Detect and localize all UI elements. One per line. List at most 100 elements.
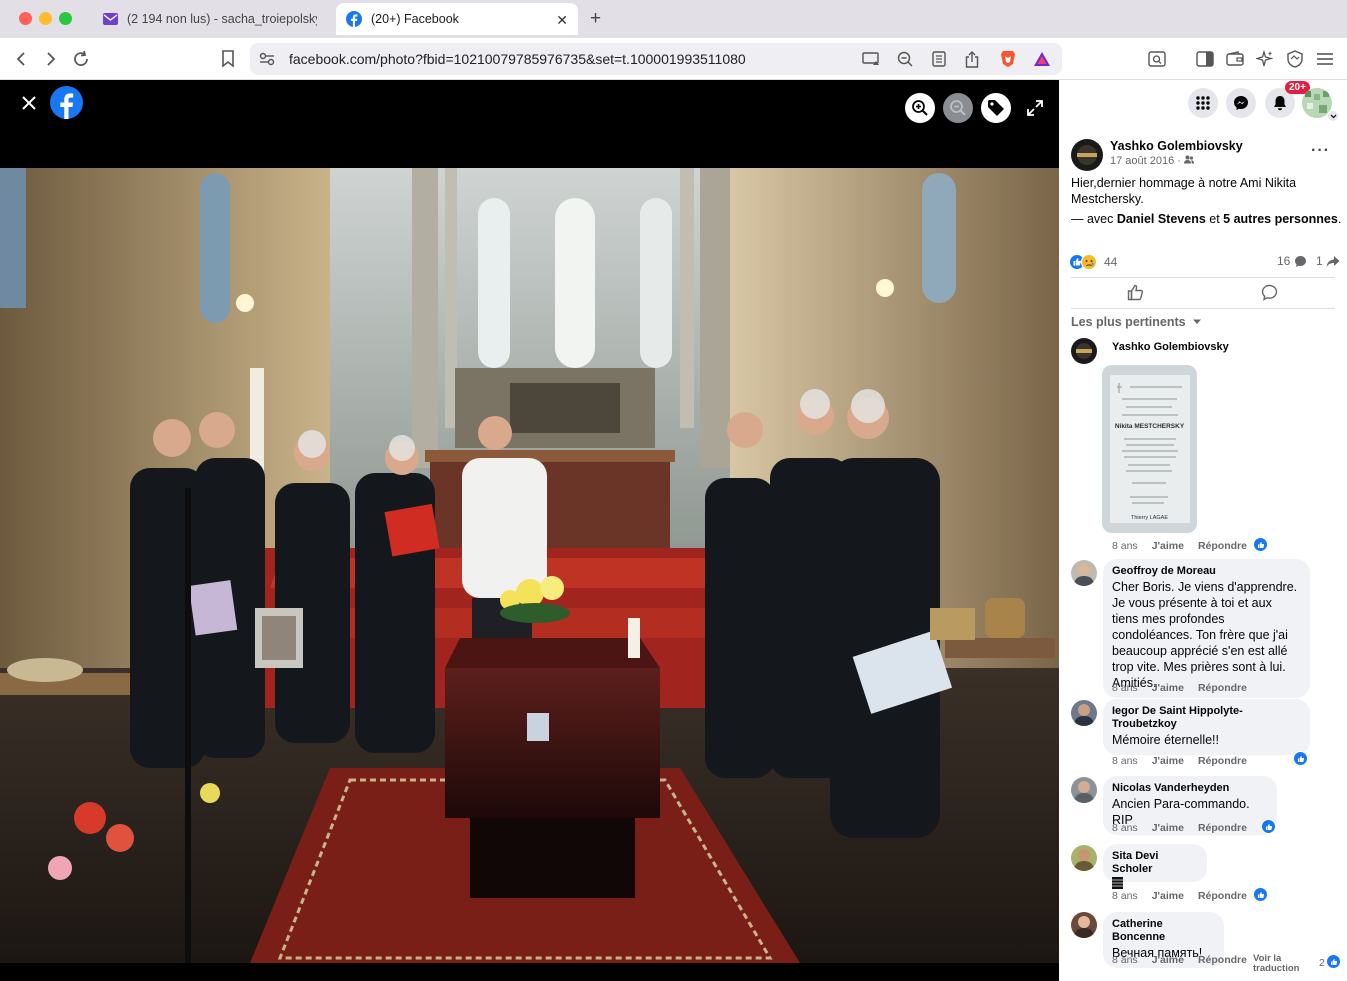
comment-like-reaction-icon[interactable] — [1326, 954, 1341, 969]
leo-ai-icon[interactable] — [1254, 48, 1276, 70]
see-translation-link[interactable]: Voir la traduction — [1253, 954, 1303, 974]
brave-shield-icon[interactable] — [997, 48, 1019, 70]
forward-icon[interactable] — [40, 48, 62, 70]
commenter-avatar[interactable] — [1071, 338, 1097, 364]
share-icon[interactable] — [961, 48, 983, 70]
comment-author[interactable]: Yashko Golembiovsky — [1112, 341, 1229, 354]
comment-like-reaction-icon[interactable] — [1253, 887, 1268, 902]
comment-image-attachment[interactable]: Nikita MESTCHERSKY Thierry LAGAE — [1102, 365, 1197, 533]
comment-reply-link[interactable]: Répondre — [1198, 890, 1247, 902]
comment-author[interactable]: Sita Devi Scholer — [1112, 850, 1198, 876]
messenger-button[interactable] — [1226, 88, 1256, 118]
commenter-avatar[interactable] — [1071, 777, 1097, 803]
cast-icon[interactable] — [860, 48, 882, 70]
post-panel: 20+ Yashko Golembiovsky 17 août 2016 · ·… — [1059, 80, 1347, 981]
funeral-photo[interactable] — [0, 168, 1059, 963]
site-settings-icon[interactable] — [256, 48, 278, 70]
comment-author[interactable]: Catherine Boncenne — [1112, 918, 1215, 944]
reader-mode-icon[interactable] — [928, 48, 950, 70]
comment-bubble-icon — [1261, 284, 1278, 301]
tag-photo-button[interactable] — [981, 93, 1011, 123]
new-tab-icon[interactable]: + — [590, 8, 601, 30]
commenter-avatar[interactable] — [1071, 700, 1097, 726]
zoom-in-button[interactable] — [905, 93, 935, 123]
sidebar-icon[interactable] — [1194, 48, 1216, 70]
others-link[interactable]: 5 autres personnes — [1223, 212, 1338, 226]
comment-reply-link[interactable]: Répondre — [1198, 954, 1247, 966]
caret-down-icon — [1192, 319, 1201, 324]
post-date[interactable]: 17 août 2016 · — [1110, 155, 1195, 167]
close-viewer-icon[interactable] — [14, 88, 44, 118]
tag-icon — [988, 100, 1004, 116]
comments-count-text: 16 — [1277, 254, 1291, 268]
comment-age: 8 ans — [1112, 682, 1138, 694]
tab-mail[interactable]: (2 194 non lus) - sacha_troiepolsky — [96, 3, 336, 35]
comment-reply-link[interactable]: Répondre — [1198, 682, 1247, 694]
comment-author[interactable]: Nicolas Vanderheyden — [1112, 782, 1268, 795]
commenter-avatar[interactable] — [1071, 845, 1097, 871]
comment-like-reaction-icon[interactable] — [1293, 751, 1308, 766]
back-icon[interactable] — [10, 48, 32, 70]
tab-search-icon[interactable] — [1146, 48, 1168, 70]
comment-age: 8 ans — [1112, 540, 1138, 552]
brave-rewards-icon[interactable] — [1031, 48, 1053, 70]
commenter-avatar[interactable] — [1071, 912, 1097, 938]
comment-reply-link[interactable]: Répondre — [1198, 755, 1247, 767]
comment-like-link[interactable]: J'aime — [1152, 890, 1184, 902]
comment-meta: 8 ans J'aime Répondre — [1112, 954, 1261, 966]
post-options-icon[interactable]: ··· — [1311, 142, 1330, 160]
menu-grid-button[interactable] — [1188, 88, 1218, 118]
zoom-out-button[interactable] — [943, 93, 973, 123]
window-close-button[interactable] — [19, 12, 32, 25]
reactions-summary[interactable]: 44 — [1069, 254, 1117, 270]
comment-author[interactable]: Iegor De Saint Hippolyte-Troubetzkoy — [1112, 705, 1301, 731]
vpn-icon[interactable] — [1284, 48, 1306, 70]
comments-sort-label: Les plus pertinents — [1071, 315, 1186, 329]
window-minimize-button[interactable] — [39, 12, 52, 25]
thumbs-up-icon — [1127, 284, 1144, 301]
attachment-card-footer: Thierry LAGAE — [1131, 515, 1168, 521]
zoom-out-icon[interactable] — [894, 48, 916, 70]
divider — [1071, 308, 1335, 309]
tagged-person-link[interactable]: Daniel Stevens — [1117, 212, 1206, 226]
close-tab-icon[interactable]: ✕ — [556, 12, 568, 29]
comment-age: 8 ans — [1112, 954, 1138, 966]
comment-reply-link[interactable]: Répondre — [1198, 822, 1247, 834]
commenter-avatar[interactable] — [1071, 560, 1097, 586]
photo-viewer — [0, 80, 1059, 981]
comment-like-link[interactable]: J'aime — [1152, 682, 1184, 694]
menu-icon[interactable] — [1314, 48, 1336, 70]
tab-facebook[interactable]: (20+) Facebook ✕ — [336, 3, 578, 35]
author-avatar[interactable] — [1071, 139, 1103, 171]
and-word: et — [1205, 212, 1224, 226]
comment-like-link[interactable]: J'aime — [1152, 822, 1184, 834]
fullscreen-icon[interactable] — [1020, 93, 1050, 123]
comments-sort-dropdown[interactable]: Les plus pertinents — [1071, 315, 1202, 329]
comment-like-link[interactable]: J'aime — [1152, 954, 1184, 966]
comment-like-link[interactable]: J'aime — [1152, 540, 1184, 552]
comment-like-reaction-icon[interactable] — [1261, 819, 1276, 834]
shares-count[interactable]: 1 — [1316, 254, 1340, 268]
comments-count[interactable]: 16 — [1277, 254, 1307, 268]
comment-like-reaction-icon[interactable] — [1253, 537, 1268, 552]
facebook-logo-icon[interactable] — [50, 86, 83, 119]
divider — [1071, 277, 1335, 278]
tab-title: (2 194 non lus) - sacha_troiepolsky — [127, 12, 317, 26]
chevron-down-icon[interactable] — [1327, 110, 1339, 122]
comment-button[interactable] — [1261, 284, 1278, 306]
comment-meta: 8 ans J'aime Répondre — [1112, 540, 1261, 552]
comment-reply-link[interactable]: Répondre — [1198, 540, 1247, 552]
post-author[interactable]: Yashko Golembiovsky — [1110, 139, 1243, 153]
friends-audience-icon — [1184, 155, 1195, 164]
like-button[interactable] — [1127, 284, 1144, 306]
bookmark-icon[interactable] — [217, 48, 239, 70]
window-zoom-button[interactable] — [59, 12, 72, 25]
wallet-icon[interactable] — [1224, 48, 1246, 70]
address-bar[interactable]: facebook.com/photo?fbid=1021007978597673… — [250, 43, 1062, 75]
comment-like-link[interactable]: J'aime — [1152, 755, 1184, 767]
comment-author[interactable]: Geoffroy de Moreau — [1112, 565, 1301, 578]
comment-bubble: Sita Devi Scholer — [1103, 844, 1207, 889]
attachment-card-title: Nikita MESTCHERSKY — [1114, 423, 1185, 430]
reload-icon[interactable] — [70, 48, 92, 70]
like-sad-reaction-icons — [1069, 254, 1097, 270]
